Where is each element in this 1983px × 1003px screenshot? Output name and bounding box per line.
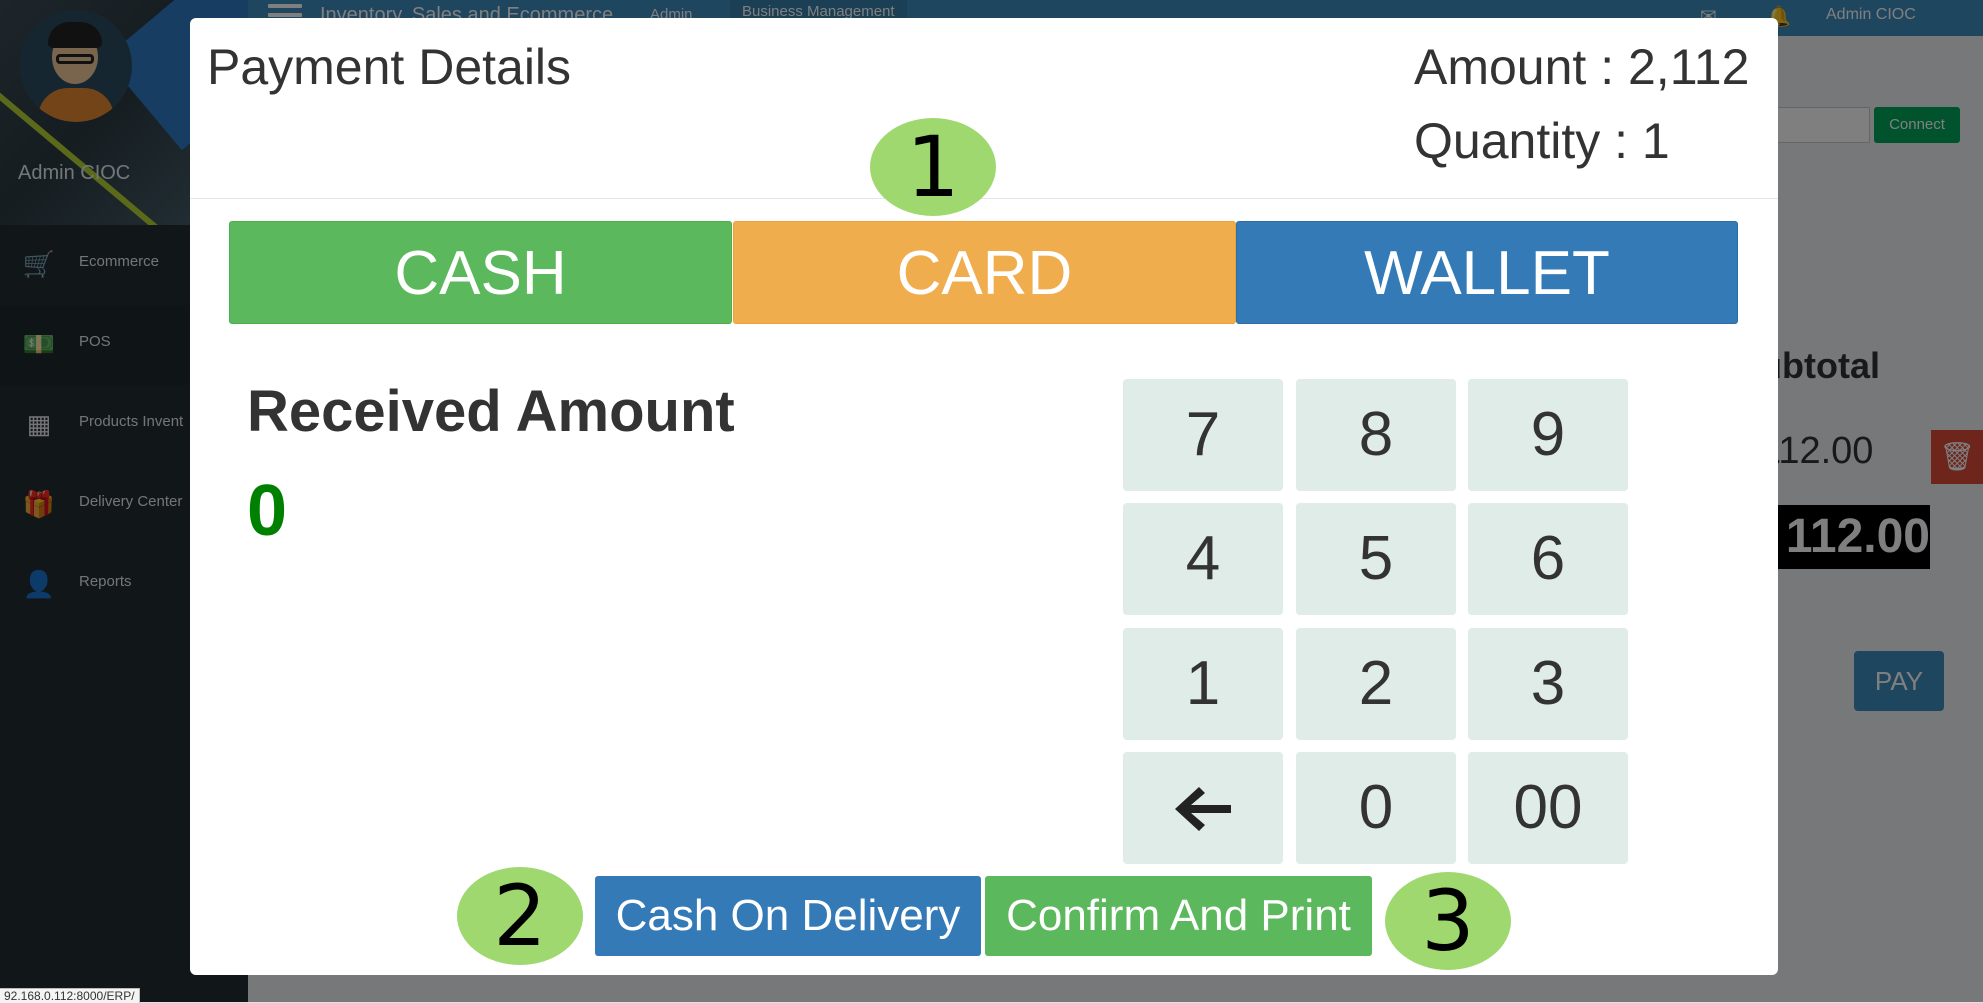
cash-button[interactable]: CASH (229, 221, 732, 324)
annotation-marker-2: 2 (457, 867, 583, 965)
confirm-and-print-button[interactable]: Confirm And Print (985, 876, 1372, 956)
status-url: 92.168.0.112:8000/ERP/ (0, 988, 140, 1003)
keypad-key-3[interactable]: 3 (1468, 628, 1628, 740)
card-button[interactable]: CARD (733, 221, 1236, 324)
modal-title: Payment Details (207, 39, 572, 95)
keypad-key-9[interactable]: 9 (1468, 379, 1628, 491)
payment-modal: Payment Details Amount : 2,112 Quantity … (190, 18, 1778, 975)
keypad-key-2[interactable]: 2 (1296, 628, 1456, 740)
wallet-button[interactable]: WALLET (1236, 221, 1738, 324)
quantity-label: Quantity : 1 (1414, 113, 1670, 169)
keypad-key-6[interactable]: 6 (1468, 503, 1628, 615)
keypad-key-00[interactable]: 00 (1468, 752, 1628, 864)
annotation-marker-1: 1 (870, 118, 996, 216)
keypad-key-0[interactable]: 0 (1296, 752, 1456, 864)
received-amount-value: 0 (247, 471, 288, 551)
keypad-key-5[interactable]: 5 (1296, 503, 1456, 615)
keypad-key-7[interactable]: 7 (1123, 379, 1283, 491)
keypad-key-4[interactable]: 4 (1123, 503, 1283, 615)
cash-on-delivery-button[interactable]: Cash On Delivery (595, 876, 981, 956)
amount-label: Amount : 2,112 (1414, 39, 1750, 95)
annotation-marker-3: 3 (1385, 872, 1511, 970)
arrow-left-icon (1175, 787, 1231, 831)
keypad-key-8[interactable]: 8 (1296, 379, 1456, 491)
keypad-backspace[interactable] (1123, 752, 1283, 864)
keypad-key-1[interactable]: 1 (1123, 628, 1283, 740)
received-amount-label: Received Amount (247, 379, 735, 444)
